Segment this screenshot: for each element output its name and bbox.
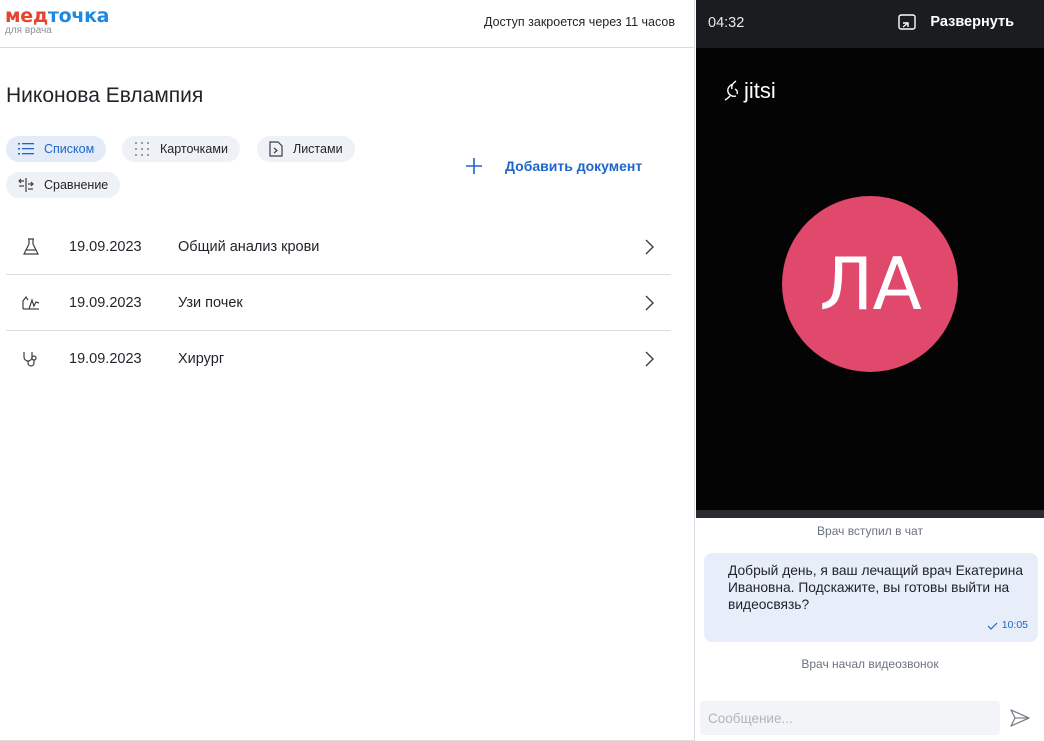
jitsi-wordmark: jitsi [744,78,776,103]
send-icon[interactable] [1010,709,1030,727]
chat: Врач вступил в чат Добрый день, я ваш ле… [696,518,1044,741]
chevron-right-icon [645,295,654,311]
brand-subtitle: для врача [5,25,52,36]
check-icon [987,622,998,630]
document-row[interactable]: 19.09.2023 Хирург [6,331,671,387]
top-bar: медточка для врача Доступ закроется чере… [0,0,695,48]
document-date: 19.09.2023 [69,238,142,255]
view-sheets-label: Листами [293,142,343,156]
document-row[interactable]: 19.09.2023 Узи почек [6,275,671,331]
document-title: Узи почек [178,294,243,311]
add-document-button[interactable]: Добавить документ [465,157,642,175]
call-timer: 04:32 [708,15,745,31]
call-panel: 04:32 Развернуть jitsi ЛА Врач вступил в… [696,0,1044,741]
video-toolbar-strip [696,510,1044,518]
system-message-joined: Врач вступил в чат [817,524,923,538]
document-date: 19.09.2023 [69,351,142,367]
view-compare-label: Сравнение [44,178,109,192]
stethoscope-icon [23,352,37,367]
document-date: 19.09.2023 [69,294,142,311]
list-icon [18,143,34,155]
chat-message-meta: 10:05 [987,617,1028,634]
video-area[interactable]: jitsi ЛА [696,48,1044,512]
system-message-call-started: Врач начал видеозвонок [801,657,939,671]
jitsi-mark-icon [724,80,739,101]
flask-icon [23,238,39,255]
compare-icon [18,178,34,192]
brand-wordmark: медточка [5,5,110,27]
ultrasound-icon [22,295,40,310]
chat-message: Добрый день, я ваш лечащий врач Екатерин… [704,553,1038,642]
add-document-label: Добавить документ [505,158,643,174]
chat-message-time: 10:05 [1001,619,1028,631]
chevron-right-icon [645,239,654,255]
chat-message-text: Добрый день, я ваш лечащий врач Екатерин… [728,563,1023,612]
logo[interactable]: медточка для врача [5,5,110,36]
view-compare-chip[interactable]: Сравнение [6,172,121,198]
view-list-chip[interactable]: Списком [6,136,107,162]
documents-list: 19.09.2023 Общий анализ крови 19.09.2023… [6,219,671,387]
document-row[interactable]: 19.09.2023 Общий анализ крови [6,219,671,275]
access-notice: Доступ закроется через 11 часов [483,15,675,29]
documents-pane: медточка для врача Доступ закроется чере… [0,0,695,741]
app: медточка для врача Доступ закроется чере… [0,0,1044,741]
grid-dots-icon [135,142,149,156]
view-cards-label: Карточками [160,142,228,156]
view-sheets-chip[interactable]: Листами [257,136,355,162]
document-title: Хирург [178,351,225,367]
expand-label: Развернуть [930,14,1014,30]
call-header: 04:32 Развернуть [696,0,1044,48]
patient-name: Никонова Евлампия [6,84,204,107]
brand-part1: мед [5,5,48,27]
jitsi-logo: jitsi [724,78,776,104]
plus-icon [466,158,482,174]
expand-button[interactable]: Развернуть [898,14,1014,30]
chevron-right-icon [645,351,654,367]
document-icon [269,141,283,157]
message-input[interactable] [700,701,1000,735]
view-cards-chip[interactable]: Карточками [122,136,240,162]
document-title: Общий анализ крови [178,238,320,255]
avatar-initials: ЛА [819,242,921,326]
view-list-label: Списком [44,142,95,156]
expand-icon [898,14,917,30]
participant-avatar: ЛА [782,196,958,372]
brand-part2: точка [47,5,110,27]
